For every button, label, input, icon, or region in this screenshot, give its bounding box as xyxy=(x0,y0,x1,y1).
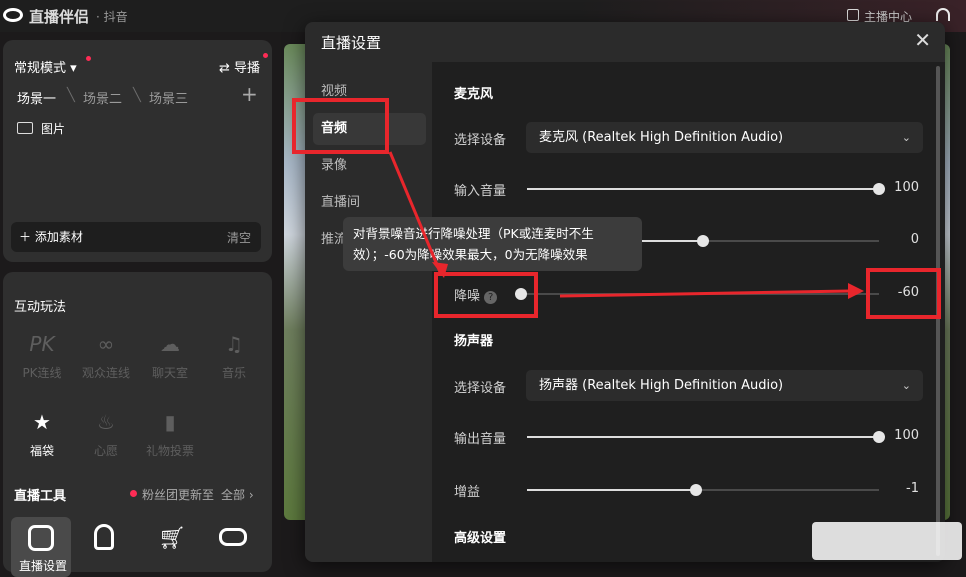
watermark-logo xyxy=(812,522,962,560)
annotation-arrows xyxy=(388,151,864,299)
